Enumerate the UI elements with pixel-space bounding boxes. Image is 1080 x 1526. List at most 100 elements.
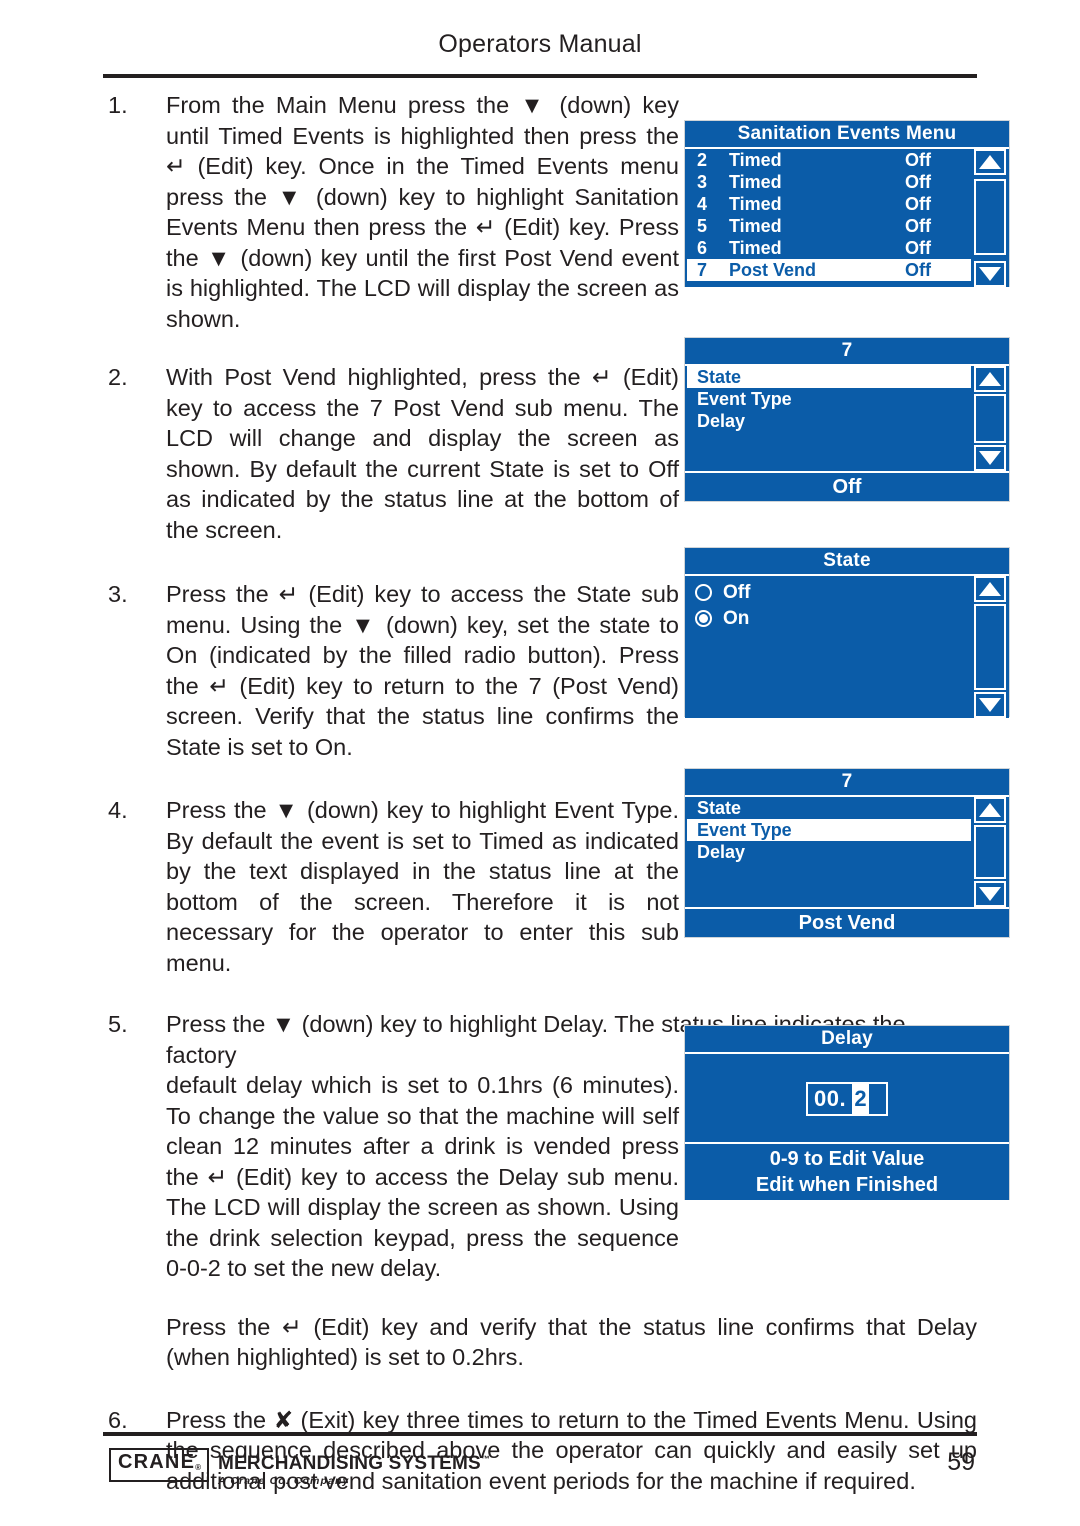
step-3-number: 3. [108, 581, 128, 607]
row-name: Timed [729, 194, 782, 214]
triangle-up-icon[interactable] [974, 797, 1006, 823]
row-value: Off [905, 238, 931, 258]
delay-value-field[interactable]: 00. 2 [806, 1082, 888, 1116]
row-name: Post Vend [729, 260, 817, 280]
list-item-delay[interactable]: Delay [687, 841, 971, 863]
registered-mark-icon: ® [195, 1463, 202, 1472]
scrollbar-thumb[interactable] [974, 179, 1006, 255]
lcd1-title: Sanitation Events Menu [685, 121, 1009, 149]
row-value: Off [905, 194, 931, 214]
lcd4-title: 7 [685, 769, 1009, 797]
radio-icon-unchecked [695, 584, 712, 601]
scrollbar-thumb[interactable] [974, 394, 1006, 443]
list-item-event-type[interactable]: Event Type [687, 819, 971, 841]
lcd5-status-line-2: Edit when Finished [755, 1174, 939, 1196]
triangle-up-icon[interactable] [974, 149, 1006, 175]
table-row[interactable]: 6 Timed Off [687, 237, 971, 259]
triangle-down-icon[interactable] [974, 261, 1006, 287]
step-1-text: From the Main Menu press the ▼ (down) ke… [166, 92, 679, 332]
step-2-number: 2. [108, 364, 128, 390]
crane-logo: CRANE® MERCHANDISING SYSTEMS™ A Crane Co… [109, 1448, 490, 1487]
lcd1-body: 2 Timed Off 3 Timed Off 4 Timed Off 5 Ti… [685, 149, 1009, 287]
row-name: Timed [729, 150, 782, 170]
row-name: Timed [729, 216, 782, 236]
lcd2-scrollbar[interactable] [972, 366, 1008, 471]
scrollbar-thumb[interactable] [974, 825, 1006, 879]
lcd2-status-line: Off [685, 471, 1009, 501]
triangle-down-icon[interactable] [974, 445, 1006, 471]
table-row[interactable]: 5 Timed Off [687, 215, 971, 237]
footer-divider [103, 1432, 977, 1437]
lcd4-scrollbar[interactable] [972, 797, 1008, 907]
triangle-down-icon[interactable] [974, 692, 1006, 718]
table-row[interactable]: 3 Timed Off [687, 171, 971, 193]
step-note-text: Press the ↵ (Edit) key and verify that t… [166, 1313, 977, 1371]
step-4-text: Press the ▼ (down) key to highlight Even… [166, 797, 679, 976]
lcd3-body: Off On [685, 576, 1009, 718]
triangle-up-icon[interactable] [974, 366, 1006, 392]
step-3-text: Press the ↵ (Edit) key to access the Sta… [166, 581, 679, 760]
crane-logo-tagline: A Crane Co. Company [218, 1475, 350, 1487]
lcd4-body: State Event Type Delay [685, 797, 1009, 907]
list-item-delay[interactable]: Delay [687, 410, 971, 432]
delay-value-cursor-digit: 2 [854, 1086, 867, 1111]
row-index: 7 [697, 260, 708, 280]
list-item-state[interactable]: State [687, 797, 971, 819]
step-4-number: 4. [108, 797, 128, 823]
triangle-down-icon[interactable] [974, 881, 1006, 907]
delay-value-area: 00. 2 [685, 1054, 1009, 1142]
lcd2-title: 7 [685, 338, 1009, 366]
table-row-selected[interactable]: 7 Post Vend Off [687, 259, 971, 281]
lcd-delay-submenu: Delay 00. 2 0-9 to Edit Value Edit when … [684, 1025, 1010, 1200]
page-number: 59 [947, 1448, 975, 1476]
step-note: Press the ↵ (Edit) key and verify that t… [103, 1312, 977, 1373]
radio-option-on[interactable]: On [687, 606, 971, 632]
step-6-number: 6. [108, 1406, 128, 1433]
header-divider [103, 74, 977, 79]
lcd5-body: 00. 2 [685, 1054, 1009, 1142]
radio-option-off[interactable]: Off [687, 580, 971, 606]
step-2-text: With Post Vend highlighted, press the ↵ … [166, 364, 679, 543]
row-value: Off [905, 216, 931, 236]
lcd-state-submenu: State Off On [684, 547, 1010, 718]
radio-option-off-label: Off [723, 582, 751, 603]
row-value: Off [905, 260, 931, 280]
crane-logo-text: CRANE [118, 1451, 196, 1473]
lcd3-scrollbar[interactable] [972, 576, 1008, 718]
lcd2-body: State Event Type Delay [685, 366, 1009, 471]
scrollbar-thumb[interactable] [974, 604, 1006, 690]
lcd3-title: State [685, 548, 1009, 576]
row-index: 3 [697, 172, 708, 192]
list-item-state[interactable]: State [687, 366, 971, 388]
radio-option-on-label: On [723, 608, 750, 629]
row-value: Off [905, 172, 931, 192]
radio-icon-checked [695, 610, 712, 627]
lcd4-status-line: Post Vend [685, 907, 1009, 937]
lcd5-title: Delay [685, 1026, 1009, 1054]
page-footer: CRANE® MERCHANDISING SYSTEMS™ A Crane Co… [103, 1432, 977, 1502]
row-index: 6 [697, 238, 708, 258]
lcd-post-vend-submenu-state: 7 State Event Type Delay Off [684, 337, 1010, 502]
list-item-event-type[interactable]: Event Type [687, 388, 971, 410]
lcd5-status-line: 0-9 to Edit Value Edit when Finished [685, 1142, 1009, 1200]
lcd3-option-list: Off On [687, 576, 971, 718]
lcd4-item-list: State Event Type Delay [687, 797, 971, 907]
row-index: 2 [697, 150, 708, 170]
lcd-post-vend-submenu-event-type: 7 State Event Type Delay Post Vend [684, 768, 1010, 938]
row-value: Off [905, 150, 931, 170]
crane-logo-words: MERCHANDISING SYSTEMS™ A Crane Co. Compa… [218, 1448, 490, 1488]
crane-logo-main-text: MERCHANDISING SYSTEMS [218, 1453, 481, 1474]
page-title: Operators Manual [438, 30, 642, 58]
lcd1-scrollbar[interactable] [972, 149, 1008, 287]
lcd-sanitation-events-menu: Sanitation Events Menu 2 Timed Off 3 Tim… [684, 120, 1010, 287]
triangle-up-icon[interactable] [974, 576, 1006, 602]
delay-value-prefix: 00. [814, 1086, 847, 1111]
crane-logo-box: CRANE® [109, 1448, 210, 1482]
table-row[interactable]: 4 Timed Off [687, 193, 971, 215]
row-name: Timed [729, 238, 782, 258]
table-row[interactable]: 2 Timed Off [687, 149, 971, 171]
lcd5-status-line-1: 0-9 to Edit Value [769, 1148, 925, 1170]
lcd1-row-list: 2 Timed Off 3 Timed Off 4 Timed Off 5 Ti… [687, 149, 971, 287]
page-header: Operators Manual [0, 0, 1080, 82]
row-name: Timed [729, 172, 782, 192]
